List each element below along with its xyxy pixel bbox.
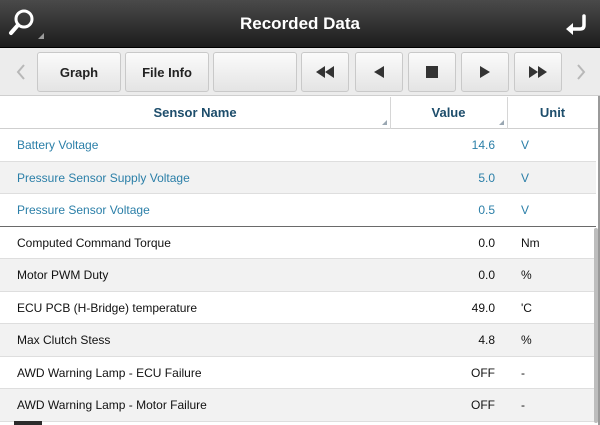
table-row[interactable]: ECU PCB (H-Bridge) temperature 49.0 'C [0, 291, 596, 324]
table-row[interactable]: AWD Warning Lamp - ECU Failure OFF - [0, 356, 596, 389]
sensor-unit: V [521, 203, 530, 217]
sensor-value: OFF [471, 398, 495, 412]
sensor-name: AWD Warning Lamp - Motor Failure [17, 398, 207, 412]
resize-corner-icon [499, 120, 504, 125]
rewind-icon [316, 66, 334, 78]
graph-button[interactable]: Graph [37, 52, 121, 92]
scrollbar[interactable] [594, 228, 598, 423]
column-value[interactable]: Value [390, 97, 507, 129]
sensor-unit: - [521, 398, 525, 412]
sensor-name: AWD Warning Lamp - ECU Failure [17, 365, 202, 380]
file-info-button[interactable]: File Info [125, 52, 209, 92]
sensor-name: Max Clutch Stess [17, 333, 111, 347]
table-row[interactable]: Max Clutch Stess 4.8 % [0, 324, 596, 357]
sensor-unit: Nm [521, 235, 540, 250]
sensor-value: 5.0 [478, 170, 495, 185]
table-row[interactable]: Pressure Sensor Voltage 0.5 V [0, 194, 596, 227]
sensor-value: 14.6 [471, 138, 495, 152]
chevron-right-icon[interactable] [566, 48, 596, 96]
fast-forward-icon [529, 66, 547, 78]
toolbar: Graph File Info [0, 48, 600, 96]
sensor-value: 49.0 [471, 300, 495, 315]
table-row[interactable]: Motor PWM Duty 0.0 % [0, 259, 596, 292]
table-row[interactable]: Battery Voltage 14.6 V [0, 129, 596, 162]
title-bar: Recorded Data [0, 0, 600, 48]
sensor-unit: - [521, 365, 525, 380]
sensor-name: ECU PCB (H-Bridge) temperature [17, 300, 198, 315]
sensor-name: Battery Voltage [17, 138, 99, 152]
sensor-unit: V [521, 170, 530, 185]
sensor-value: 0.0 [478, 235, 495, 250]
stop-button[interactable] [408, 52, 456, 92]
stop-icon [426, 66, 438, 78]
sensor-unit: % [521, 268, 532, 282]
sensor-name: Computed Command Torque [17, 235, 171, 250]
sensor-value: 0.0 [478, 268, 495, 282]
table-row[interactable]: Computed Command Torque 0.0 Nm [0, 226, 596, 259]
column-unit[interactable]: Unit [507, 97, 598, 129]
bottom-indicator [14, 421, 42, 425]
sensor-name: Pressure Sensor Voltage [17, 203, 150, 217]
sensor-table: Battery Voltage 14.6 V Pressure Sensor S… [0, 129, 600, 422]
play-button[interactable] [461, 52, 509, 92]
column-header: Sensor Name Value Unit [0, 97, 600, 129]
table-row[interactable]: AWD Warning Lamp - Motor Failure OFF - [0, 389, 596, 422]
chevron-left-icon[interactable] [6, 48, 36, 96]
page-title: Recorded Data [240, 14, 360, 33]
sensor-unit: 'C [521, 300, 532, 315]
step-back-icon [374, 66, 384, 78]
sensor-unit: V [521, 138, 530, 152]
sensor-value: 0.5 [478, 203, 495, 217]
blank-button[interactable] [213, 52, 297, 92]
play-icon [480, 66, 490, 78]
sensor-value: 4.8 [478, 333, 495, 347]
resize-corner-icon [382, 120, 387, 125]
sensor-unit: % [521, 333, 532, 347]
table-row[interactable]: Pressure Sensor Supply Voltage 5.0 V [0, 161, 596, 194]
step-back-button[interactable] [355, 52, 403, 92]
sensor-name: Pressure Sensor Supply Voltage [17, 170, 190, 185]
return-arrow-icon[interactable] [560, 7, 594, 41]
sensor-value: OFF [471, 365, 495, 380]
rewind-button[interactable] [301, 52, 349, 92]
column-sensor-name[interactable]: Sensor Name [0, 97, 390, 129]
fast-forward-button[interactable] [514, 52, 562, 92]
sensor-name: Motor PWM Duty [17, 268, 109, 282]
